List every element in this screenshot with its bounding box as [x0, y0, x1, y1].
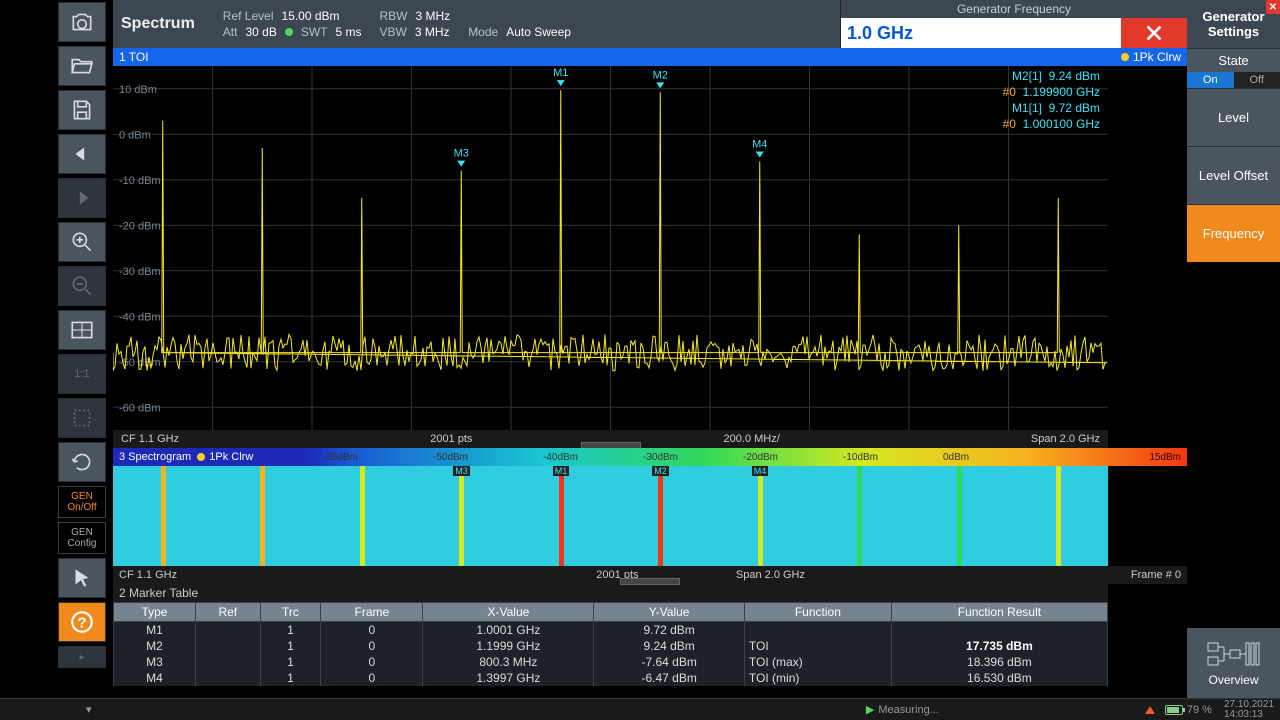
expand-button[interactable]: ▸	[58, 646, 106, 668]
table-row[interactable]: M1101.0001 GHz9.72 dBm	[114, 622, 1108, 639]
spectrogram-ruler: CF 1.1 GHz 2001 pts Span 2.0 GHz Frame #…	[113, 566, 1187, 584]
rbw-label: RBW	[380, 9, 408, 23]
svg-text:M2: M2	[653, 69, 668, 81]
marker-table-title: 2 Marker Table	[113, 584, 1108, 602]
gen-popup-close-button[interactable]	[1121, 18, 1187, 48]
svg-text:M1: M1	[553, 67, 568, 79]
warning-icon	[1145, 706, 1155, 714]
spectrogram-header: 3 Spectrogram 1Pk Clrw -65dBm -50dBm -40…	[113, 448, 1187, 466]
swt-value[interactable]: 5 ms	[336, 25, 362, 39]
table-header: X-Value	[423, 603, 594, 622]
spectrogram-chart[interactable]: M3M1M2M4	[113, 466, 1108, 566]
area-select-button[interactable]	[58, 398, 106, 438]
table-header: Frame	[321, 603, 423, 622]
battery-percent: 79 %	[1187, 704, 1212, 716]
hscroll-thumb[interactable]	[620, 578, 680, 585]
svg-text:-10 dBm: -10 dBm	[119, 175, 161, 187]
state-on[interactable]: On	[1187, 72, 1234, 88]
table-header: Function Result	[891, 603, 1107, 622]
softkey-header: GeneratorSettings ✕	[1187, 0, 1280, 48]
open-folder-button[interactable]	[58, 46, 106, 86]
gen-config-button[interactable]: GEN Config	[58, 522, 106, 554]
spectrum-chart[interactable]: 10 dBm 0 dBm -10 dBm -20 dBm -30 dBm -40 dBm -…	[113, 66, 1108, 448]
svg-text:10 dBm: 10 dBm	[119, 84, 157, 96]
svg-text:M4: M4	[752, 139, 767, 151]
spectrum-perdiv: 200.0 MHz/	[724, 433, 780, 445]
table-header: Function	[744, 603, 891, 622]
trace-mode: 1Pk Clrw	[1133, 50, 1181, 64]
battery-icon	[1165, 705, 1183, 715]
state-toggle[interactable]: On Off	[1187, 72, 1280, 88]
spectrum-span: Span 2.0 GHz	[1031, 433, 1100, 445]
refresh-button[interactable]	[58, 442, 106, 482]
table-row[interactable]: M4101.3997 GHz-6.47 dBmTOI (min)16.530 d…	[114, 670, 1108, 686]
spectrum-cf: CF 1.1 GHz	[121, 433, 179, 445]
help-button[interactable]: ?	[58, 602, 106, 642]
table-header: Y-Value	[594, 603, 745, 622]
redo-button[interactable]	[58, 178, 106, 218]
softkey-level-offset[interactable]: Level Offset	[1187, 146, 1280, 204]
spectrogram-trace: 1Pk Clrw	[209, 451, 253, 463]
svg-text:?: ?	[77, 614, 86, 631]
spectrum-pts: 2001 pts	[430, 433, 472, 445]
undo-button[interactable]	[58, 134, 106, 174]
ref-level-value[interactable]: 15.00 dBm	[282, 9, 340, 23]
vbw-value[interactable]: 3 MHz	[415, 25, 450, 39]
status-bar: ▾ ▶ Measuring... 79 % 27.10.202114:03:13	[0, 698, 1280, 720]
mode-label: Mode	[468, 25, 498, 39]
generator-frequency-popup: Generator Frequency 1.0 GHz	[840, 0, 1187, 48]
left-toolbar: 1:1 GEN On/Off GEN Config ? ▸	[0, 0, 113, 698]
status-dot-icon	[285, 28, 293, 36]
zoom-reset-button[interactable]: 1:1	[58, 354, 106, 394]
multiview-button[interactable]	[58, 310, 106, 350]
table-header: Ref	[195, 603, 260, 622]
overview-button[interactable]: Overview	[1187, 628, 1280, 698]
softkey-state[interactable]: State On Off	[1187, 48, 1280, 88]
svg-text:-30 dBm: -30 dBm	[119, 266, 161, 278]
trace-title-bar: 1 TOI 1Pk Clrw	[113, 48, 1187, 66]
gen-frequency-input[interactable]: 1.0 GHz	[841, 18, 1121, 48]
trace-name: 1 TOI	[119, 50, 149, 64]
swt-label: SWT	[301, 25, 328, 39]
table-header: Type	[114, 603, 196, 622]
svg-text:-40 dBm: -40 dBm	[119, 311, 161, 323]
status-measuring: Measuring...	[878, 704, 939, 716]
gen-popup-title: Generator Frequency	[841, 0, 1187, 18]
marker-table-grid: TypeRefTrcFrameX-ValueY-ValueFunctionFun…	[113, 602, 1108, 686]
svg-text:M3: M3	[454, 148, 469, 160]
top-bar: Spectrum Ref Level 15.00 dBm Att 30 dB S…	[113, 0, 1187, 48]
svg-text:-20 dBm: -20 dBm	[119, 220, 161, 232]
camera-button[interactable]	[58, 2, 106, 42]
marker-readout: M2[1] 9.24 dBm #0 1.199900 GHz M1[1] 9.7…	[1003, 68, 1100, 132]
att-value[interactable]: 30 dB	[245, 25, 276, 39]
pointer-button[interactable]	[58, 558, 106, 598]
softkey-panel: GeneratorSettings ✕ State On Off Level L…	[1187, 0, 1280, 698]
table-row[interactable]: M310800.3 MHz-7.64 dBmTOI (max)18.396 dB…	[114, 654, 1108, 670]
svg-text:-60 dBm: -60 dBm	[119, 402, 161, 414]
trace-color-dot-icon	[197, 453, 205, 461]
zoom-in-button[interactable]	[58, 222, 106, 262]
ref-level-label: Ref Level	[223, 9, 274, 23]
rbw-value[interactable]: 3 MHz	[416, 9, 451, 23]
close-icon[interactable]: ✕	[1266, 0, 1280, 14]
vbw-label: VBW	[380, 25, 407, 39]
table-header: Trc	[260, 603, 321, 622]
spectrum-svg: 10 dBm 0 dBm -10 dBm -20 dBm -30 dBm -40 dBm -…	[113, 66, 1108, 448]
spectrogram-name: 3 Spectrogram	[119, 451, 191, 463]
save-button[interactable]	[58, 90, 106, 130]
svg-text:0 dBm: 0 dBm	[119, 129, 151, 141]
table-row[interactable]: M2101.1999 GHz9.24 dBmTOI17.735 dBm	[114, 638, 1108, 654]
att-label: Att	[223, 25, 238, 39]
gen-onoff-button[interactable]: GEN On/Off	[58, 486, 106, 518]
mode-value[interactable]: Auto Sweep	[506, 25, 571, 39]
marker-table: 2 Marker Table TypeRefTrcFrameX-ValueY-V…	[113, 584, 1108, 686]
mode-title: Spectrum	[121, 15, 195, 33]
softkey-frequency[interactable]: Frequency	[1187, 204, 1280, 262]
trace-color-dot-icon	[1121, 53, 1129, 61]
softkey-level[interactable]: Level	[1187, 88, 1280, 146]
zoom-out-button[interactable]	[58, 266, 106, 306]
state-off[interactable]: Off	[1234, 72, 1280, 88]
